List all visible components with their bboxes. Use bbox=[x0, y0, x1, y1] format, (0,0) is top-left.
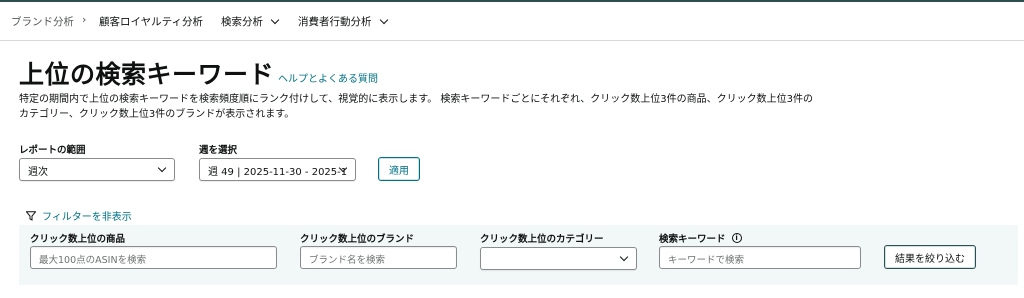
week-select-label: 週を選択 bbox=[199, 145, 238, 156]
page-title: 上位の検索キーワード bbox=[19, 60, 275, 89]
week-select[interactable]: 週 49 | 2025-11-30 - 2025-1 bbox=[199, 158, 356, 181]
hide-filters-toggle[interactable]: フィルターを非表示 bbox=[26, 208, 132, 223]
top-clicked-brands-label: クリック数上位のブランド bbox=[300, 234, 415, 245]
nav-customer-loyalty[interactable]: 顧客ロイヤルティ分析 bbox=[99, 14, 203, 29]
chevron-down-icon bbox=[270, 15, 280, 24]
hide-filters-label: フィルターを非表示 bbox=[42, 212, 132, 223]
info-icon[interactable]: i bbox=[731, 233, 742, 243]
filter-funnel-icon bbox=[26, 210, 36, 221]
nav-customer-loyalty-label: 顧客ロイヤルティ分析 bbox=[99, 16, 204, 28]
breadcrumb-separator: › bbox=[82, 13, 87, 26]
asin-search-input[interactable]: 最大100点のASINを検索 bbox=[30, 246, 277, 269]
page-description: 特定の期間内で上位の検索キーワードを検索頻度順にランク付けして、視覚的に表示しま… bbox=[19, 94, 814, 120]
chevron-down-icon bbox=[379, 15, 388, 24]
report-range-value: 週次 bbox=[28, 167, 48, 178]
week-select-value: 週 49 | 2025-11-30 - 2025-1 bbox=[208, 167, 348, 178]
narrow-results-label: 結果を絞り込む bbox=[895, 253, 965, 265]
nav-consumer-behavior[interactable]: 消費者行動分析 bbox=[298, 14, 388, 29]
nav-search-analytics-label: 検索分析 bbox=[221, 16, 263, 28]
keyword-search-placeholder: キーワードで検索 bbox=[668, 255, 745, 266]
chevron-down-icon bbox=[619, 252, 629, 262]
search-keyword-label-row: 検索キーワード i bbox=[659, 231, 742, 245]
help-faq-link[interactable]: ヘルプとよくある質問 bbox=[278, 70, 378, 85]
apply-button[interactable]: 適用 bbox=[378, 157, 420, 181]
nav-brand-analytics-label: ブランド分析 bbox=[11, 16, 74, 28]
category-select[interactable] bbox=[480, 247, 637, 270]
search-keyword-label: 検索キーワード bbox=[659, 234, 726, 245]
apply-button-label: 適用 bbox=[389, 165, 409, 177]
brand-search-input[interactable]: ブランド名を検索 bbox=[300, 246, 457, 269]
keyword-search-input[interactable]: キーワードで検索 bbox=[659, 246, 861, 269]
report-range-label: レポートの範囲 bbox=[19, 145, 86, 156]
nav-consumer-behavior-label: 消費者行動分析 bbox=[298, 16, 372, 28]
asin-search-placeholder: 最大100点のASINを検索 bbox=[39, 255, 147, 266]
brand-search-placeholder: ブランド名を検索 bbox=[309, 255, 386, 266]
narrow-results-button[interactable]: 結果を絞り込む bbox=[884, 245, 976, 269]
top-clicked-products-label: クリック数上位の商品 bbox=[30, 234, 126, 245]
nav-brand-analytics[interactable]: ブランド分析 bbox=[11, 14, 74, 29]
chevron-down-icon bbox=[157, 163, 167, 173]
top-navigation-bar: ブランド分析 › 顧客ロイヤルティ分析 検索分析 消費者行動分析 bbox=[0, 0, 1024, 41]
nav-search-analytics[interactable]: 検索分析 bbox=[221, 14, 280, 29]
report-range-select[interactable]: 週次 bbox=[19, 158, 175, 181]
top-clicked-categories-label: クリック数上位のカテゴリー bbox=[480, 234, 604, 245]
